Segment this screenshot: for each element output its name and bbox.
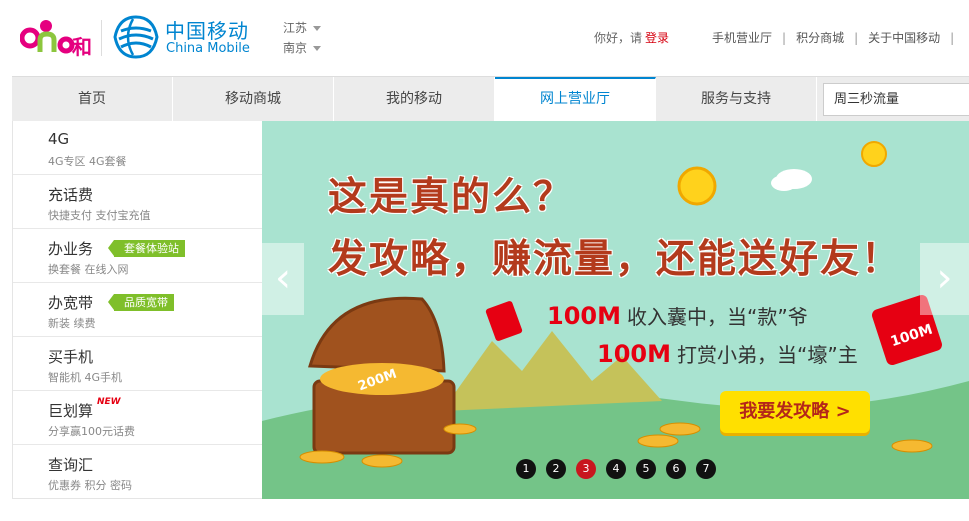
banner-headline-1: 这是真的么？ [328, 175, 575, 220]
sidebar-item-4g[interactable]: 4G 4G专区 4G套餐 [13, 121, 262, 175]
about-link[interactable]: 关于中国移动 [868, 31, 940, 45]
carousel-dot[interactable]: 5 [636, 459, 656, 479]
promo-amount: 100M [597, 340, 671, 368]
coin [299, 450, 345, 464]
sidebar-item-phones[interactable]: 买手机 智能机 4G手机 [13, 337, 262, 391]
brand-name-cn[interactable]: 中国移动 [165, 15, 249, 44]
and-logo-text: 和 [72, 35, 92, 58]
and-logo[interactable]: 和 [20, 14, 92, 58]
category-sidebar: 4G 4G专区 4G套餐 充话费 快捷支付 支付宝充值 办业务 套餐体验站 换套… [12, 121, 262, 499]
sidebar-item-title: 买手机 [48, 348, 94, 366]
promo-line-2: 100M 打赏小弟，当“壕”主 [597, 339, 858, 368]
sidebar-item-sub[interactable]: 智能机 4G手机 [48, 369, 122, 385]
nav-item-mall[interactable]: 移动商城 [173, 77, 334, 121]
treasure-chest-lid [308, 296, 446, 373]
nav-item-online-hall[interactable]: 网上营业厅 [495, 77, 656, 121]
brand-name-en[interactable]: China Mobile [166, 41, 250, 56]
search-input[interactable]: 周三秒流量 [823, 83, 969, 116]
nav-item-service[interactable]: 服务与支持 [656, 77, 817, 121]
post-guide-button[interactable]: 我要发攻略 > [720, 391, 870, 433]
coin [637, 434, 679, 448]
carousel-dot-active[interactable]: 3 [576, 459, 596, 479]
promo-text: 打赏小弟，当“壕”主 [676, 343, 858, 367]
sidebar-item-sub[interactable]: 分享赢100元话费 [48, 423, 135, 439]
sidebar-tag[interactable]: 品质宽带 [108, 294, 174, 311]
nav-item-my-mobile[interactable]: 我的移动 [334, 77, 495, 121]
carousel-prev-button[interactable]: ‹ [262, 243, 304, 315]
china-mobile-emblem-icon[interactable] [113, 15, 159, 59]
wifi-coin-icon [677, 166, 717, 206]
carousel-next-button[interactable]: › [920, 243, 969, 315]
coin [443, 423, 477, 435]
banner-headline-2: 发攻略，赚流量，还能送好友！ [328, 237, 903, 282]
sidebar-item-title: 4G [48, 130, 70, 148]
site-header: 和 中国移动 China Mobile 江苏 南京 你好，请 登录 手机营业厅 | 积… [0, 0, 969, 76]
sidebar-item-title: 巨划算 [48, 402, 94, 420]
chevron-down-icon [313, 26, 322, 31]
sidebar-item-title: 办业务 [48, 240, 94, 258]
sidebar-item-sub[interactable]: 优惠券 积分 密码 [48, 477, 132, 493]
new-badge: NEW [97, 397, 121, 407]
login-link[interactable]: 登录 [645, 31, 669, 45]
carousel-dot[interactable]: 6 [666, 459, 686, 479]
promo-amount: 100M [547, 302, 621, 330]
cloud-shape [771, 175, 797, 191]
points-mall-link[interactable]: 积分商城 [796, 31, 844, 45]
logo-divider [101, 20, 102, 56]
promo-text: 收入囊中，当“款”爷 [626, 305, 808, 329]
sidebar-item-title: 充话费 [48, 186, 94, 204]
separator: | [950, 31, 955, 45]
greeting: 你好，请 登录 [594, 29, 669, 46]
carousel-dot[interactable]: 2 [546, 459, 566, 479]
province-selector[interactable]: 江苏 [283, 19, 322, 36]
greeting-text: 你好，请 [594, 31, 643, 45]
sidebar-item-business[interactable]: 办业务 套餐体验站 换套餐 在线入网 [13, 229, 262, 283]
carousel-dot[interactable]: 7 [696, 459, 716, 479]
carousel-dot[interactable]: 1 [516, 459, 536, 479]
sidebar-item-sub[interactable]: 4G专区 4G套餐 [48, 153, 127, 169]
sidebar-item-recharge[interactable]: 充话费 快捷支付 支付宝充值 [13, 175, 262, 229]
nav-item-home[interactable]: 首页 [12, 77, 173, 121]
sidebar-item-query[interactable]: 查询汇 优惠券 积分 密码 [13, 445, 262, 499]
coin [361, 454, 403, 468]
province-label: 江苏 [283, 21, 308, 35]
sidebar-item-sub[interactable]: 快捷支付 支付宝充值 [48, 207, 151, 223]
sidebar-item-title: 办宽带 [48, 294, 94, 312]
top-links: 手机营业厅 | 积分商城 | 关于中国移动 | [712, 29, 964, 46]
main-nav: 首页 移动商城 我的移动 网上营业厅 服务与支持 周三秒流量 [12, 76, 969, 121]
sidebar-item-sub[interactable]: 换套餐 在线入网 [48, 261, 129, 277]
sidebar-item-title: 查询汇 [48, 456, 94, 474]
coin [891, 439, 933, 453]
separator: | [782, 31, 787, 45]
city-label: 南京 [283, 41, 308, 55]
wifi-coin-icon [861, 141, 887, 167]
city-selector[interactable]: 南京 [283, 39, 322, 56]
red-envelope-icon [485, 301, 523, 341]
promo-banner[interactable]: 200M 100M 这是真的么？ 发攻略，赚流量，还能送好友！ 100M 收入囊中… [262, 121, 969, 499]
coin [659, 422, 701, 436]
sidebar-tag[interactable]: 套餐体验站 [108, 240, 185, 257]
sidebar-item-deals[interactable]: 巨划算 NEW 分享赢100元话费 [13, 391, 262, 445]
sidebar-item-broadband[interactable]: 办宽带 品质宽带 新装 续费 [13, 283, 262, 337]
promo-line-1: 100M 收入囊中，当“款”爷 [547, 301, 808, 330]
mobile-hall-link[interactable]: 手机营业厅 [712, 31, 772, 45]
carousel-dot[interactable]: 4 [606, 459, 626, 479]
chevron-down-icon [313, 46, 322, 51]
sidebar-item-sub[interactable]: 新装 续费 [48, 315, 96, 331]
separator: | [854, 31, 859, 45]
